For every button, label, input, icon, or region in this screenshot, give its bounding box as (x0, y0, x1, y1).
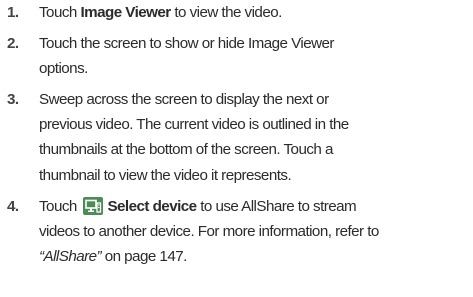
select-device-icon (83, 196, 104, 215)
select-device-label: Select device (107, 197, 197, 215)
instruction-list: 1. Touch Image Viewer to view the video.… (0, 0, 473, 297)
step-3-line-4: thumbnail to view the video it represent… (39, 166, 292, 184)
step-4-line-3: “AllShare” on page 147. (39, 248, 187, 266)
step-3-line-1: Sweep across the screen to display the n… (39, 90, 329, 108)
allshare-reference[interactable]: “AllShare” (39, 248, 102, 265)
step-2-line-2: options. (39, 59, 88, 77)
step-3-line-2: previous video. The current video is out… (39, 115, 349, 133)
step-number: 2. (7, 34, 19, 52)
step-1-line-1: Touch Image Viewer to view the video. (39, 4, 282, 21)
step-4-line-2: videos to another device. For more infor… (39, 222, 379, 240)
step-4-line-1: Touch Select device to use AllShare to s… (39, 196, 357, 215)
step-2-line-1: Touch the screen to show or hide Image V… (39, 34, 334, 52)
image-viewer-label: Image Viewer (80, 4, 171, 21)
step-number: 4. (7, 197, 19, 215)
step-3-line-3: thumbnails at the bottom of the screen. … (39, 141, 333, 159)
step-number: 3. (7, 90, 19, 108)
step-number: 1. (7, 4, 19, 21)
